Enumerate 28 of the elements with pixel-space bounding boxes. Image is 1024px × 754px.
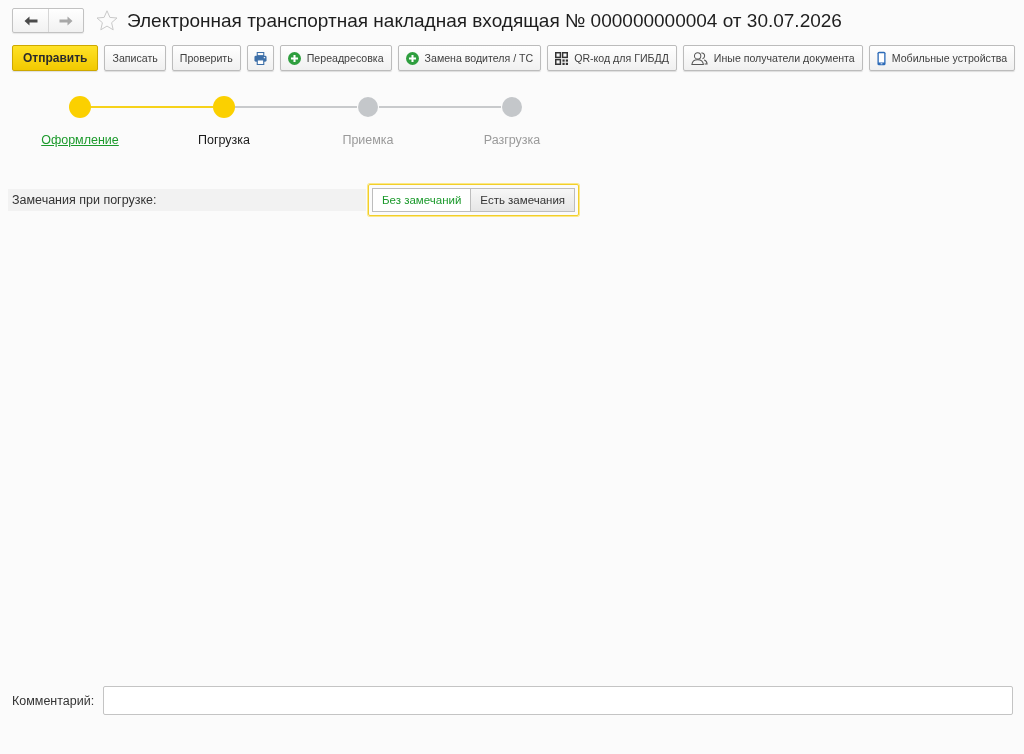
remarks-label: Замечания при погрузке: [8, 189, 366, 211]
plus-circle-icon [405, 51, 419, 65]
left-arrow-icon [23, 15, 38, 26]
qr-code-icon [555, 51, 569, 65]
mobile-phone-icon [876, 50, 886, 66]
step-label: Разгрузка [483, 133, 541, 147]
step-label: Приемка [342, 133, 394, 147]
window-title: Электронная транспортная накладная входящая № 000000000004 от 30.07.2026 [127, 9, 842, 32]
right-arrow-icon [59, 15, 73, 26]
step-link[interactable]: Оформление [41, 133, 119, 147]
step-label: Погрузка [198, 133, 250, 147]
toolbar-button[interactable]: Записать [104, 45, 166, 71]
toggle-option[interactable]: Без замечаний [372, 188, 472, 212]
printer-icon [253, 51, 267, 65]
toggle-option[interactable]: Есть замечания [471, 188, 576, 212]
toolbar-button[interactable]: Иные получатели документа [682, 45, 863, 71]
people-icon [690, 51, 708, 65]
comment-field[interactable] [103, 686, 1013, 715]
plus-circle-icon [287, 51, 301, 65]
print-button[interactable] [246, 45, 274, 71]
toolbar-button[interactable]: Замена водителя / ТС [397, 45, 542, 71]
toolbar-button[interactable]: QR-код для ГИБДД [547, 45, 677, 71]
star-icon[interactable] [96, 10, 118, 31]
toolbar-button[interactable]: Проверить [171, 45, 241, 71]
comment-label: Комментарий: [12, 693, 95, 708]
send-button[interactable]: Отправить [12, 45, 99, 71]
toolbar-button[interactable]: Мобильные устройства [868, 45, 1016, 71]
toolbar-button[interactable]: Переадресовка [279, 45, 392, 71]
